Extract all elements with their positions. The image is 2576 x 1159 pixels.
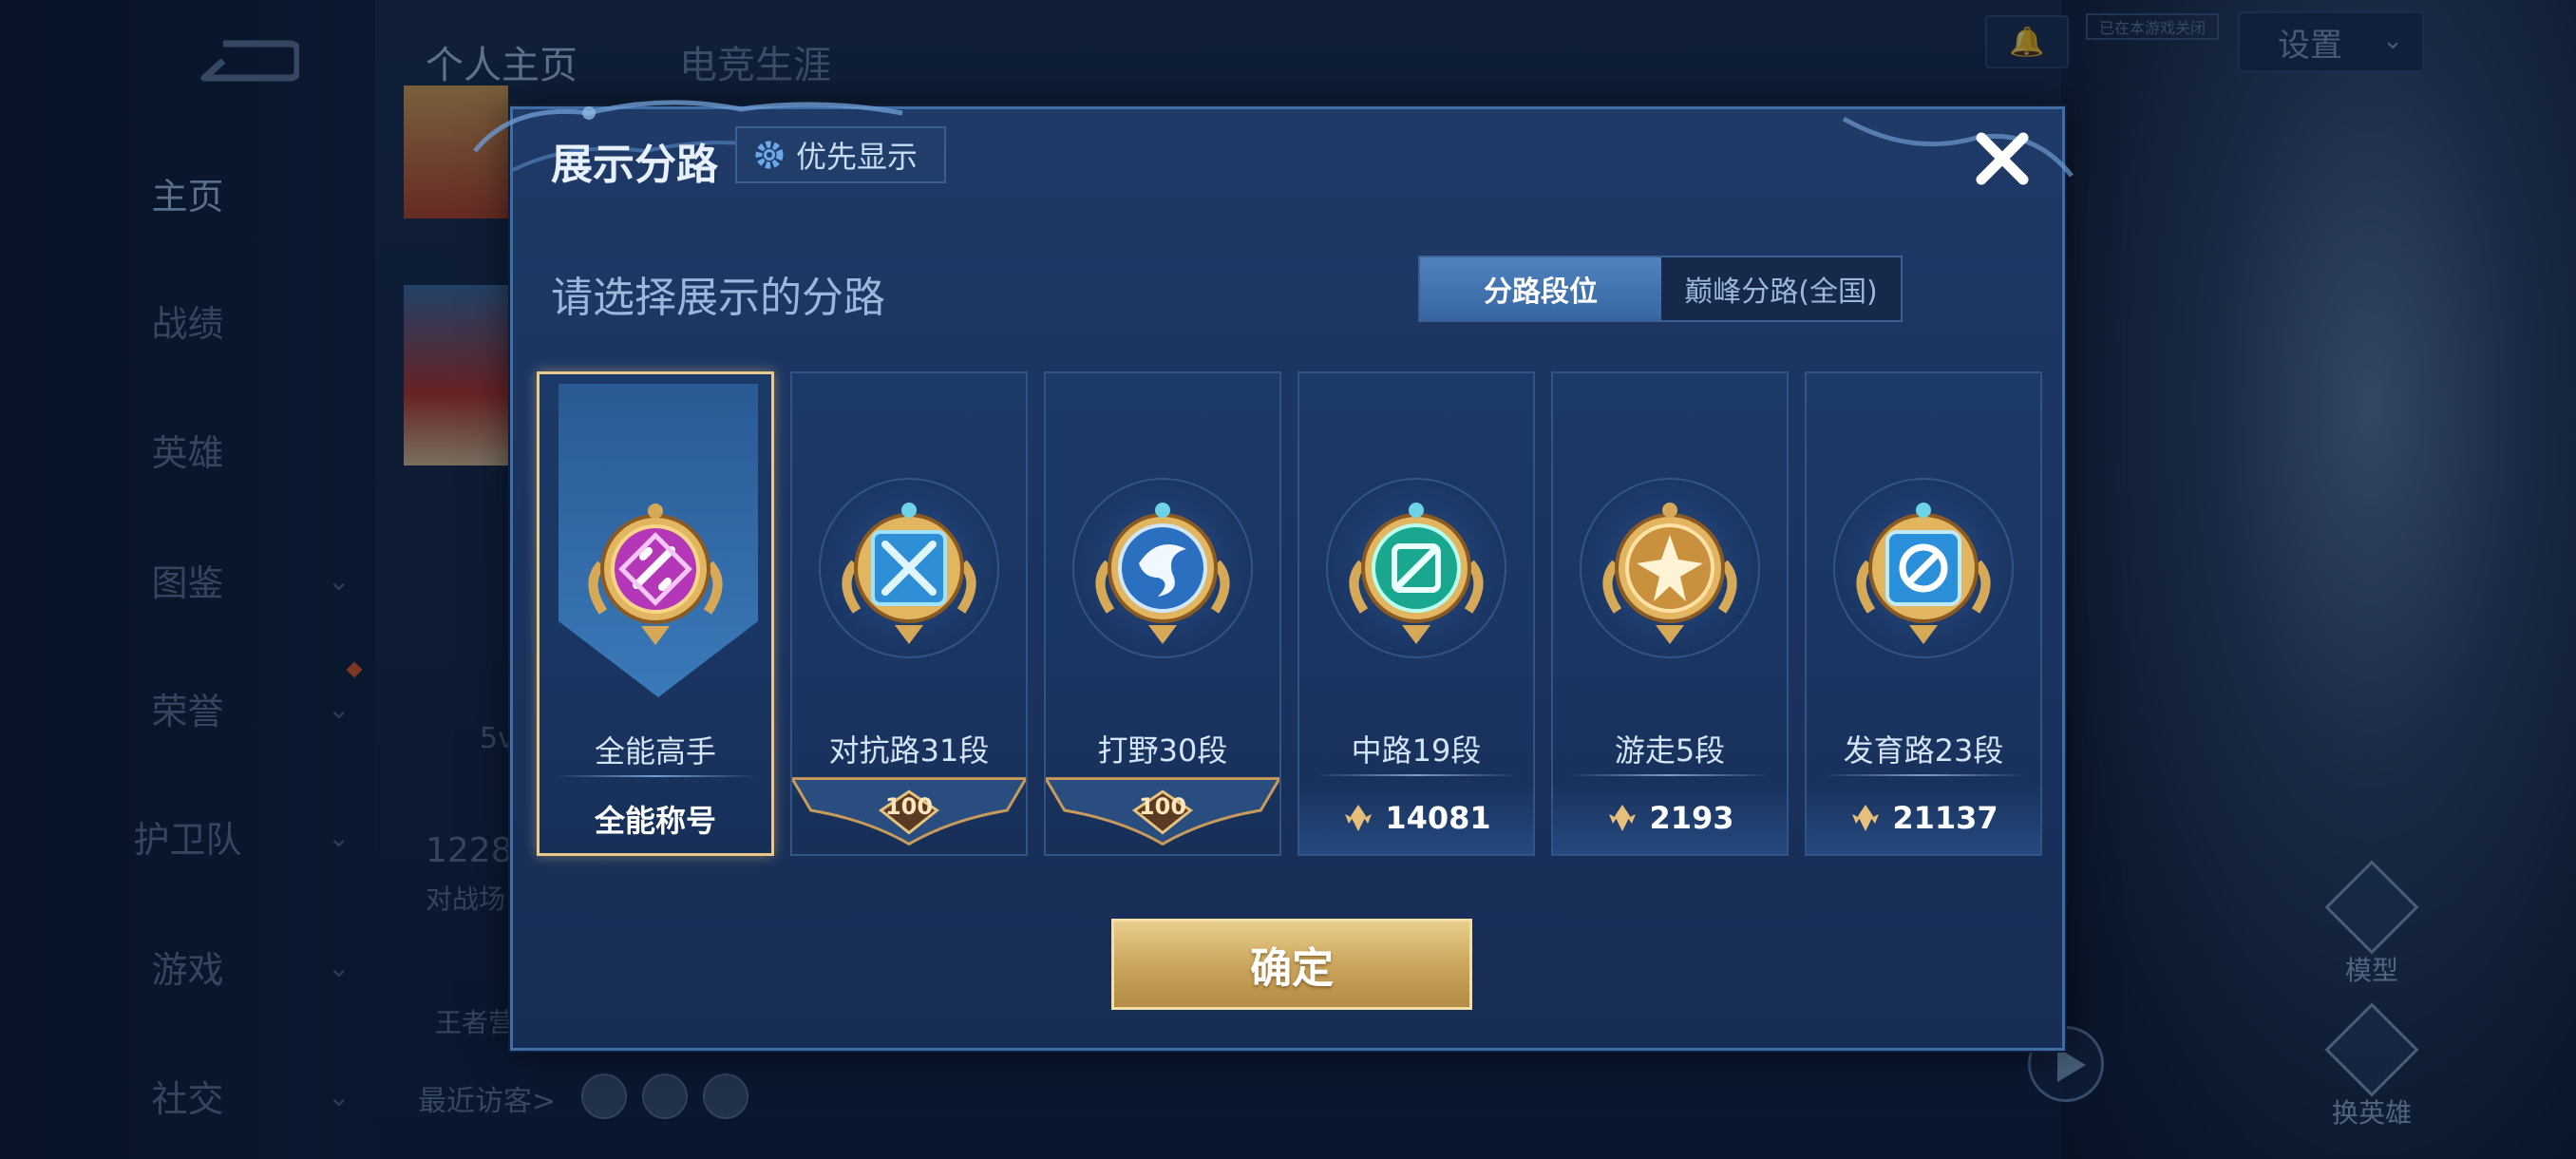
priority-display-button[interactable]: 优先显示 <box>735 126 946 183</box>
roam-emblem-icon <box>1602 503 1737 644</box>
divider <box>1822 774 2025 776</box>
lane-tab-switch: 分路段位 巅峰分路(全国) <box>1418 256 1903 322</box>
lane-card-allround[interactable]: 全能高手 全能称号 <box>537 371 774 856</box>
lane-name: 全能高手 <box>594 733 716 770</box>
divider <box>555 775 756 777</box>
dialog-title: 展示分路 <box>551 141 718 189</box>
lane-card-mid[interactable]: 中路19段 14081 <box>1297 371 1535 856</box>
dialog-subtitle: 请选择展示的分路 <box>551 274 885 322</box>
footer-text: 全能称号 <box>594 803 716 839</box>
lane-name: 发育路23段 <box>1843 732 2004 769</box>
farm-lane-emblem-icon <box>1856 503 1991 644</box>
cloud-ornament-right <box>1842 116 2074 178</box>
score-value: 21137 <box>1892 800 1998 836</box>
lane-score: 21137 <box>1807 782 2040 854</box>
gear-icon <box>755 141 784 169</box>
confirm-button[interactable]: 确定 <box>1111 919 1472 1010</box>
lane-name: 打野30段 <box>1097 732 1228 769</box>
peak-score-icon <box>1345 805 1373 831</box>
rank-badge-value: 100 <box>884 793 934 820</box>
lane-card-clash[interactable]: 对抗路31段 100 <box>789 371 1029 856</box>
lane-score: 2193 <box>1553 782 1787 854</box>
lane-footer-title: 全能称号 <box>540 783 771 855</box>
close-button[interactable] <box>1966 123 2038 195</box>
peak-score-icon <box>1609 805 1637 831</box>
divider <box>1315 774 1518 776</box>
tab-peak-lane[interactable]: 巅峰分路(全国) <box>1661 257 1901 320</box>
score-value: 14081 <box>1385 800 1491 836</box>
rank-badge-value: 100 <box>1138 793 1187 820</box>
jungle-emblem-icon <box>1095 503 1230 644</box>
rank-badge: 100 <box>789 772 1029 848</box>
lane-name: 中路19段 <box>1351 732 1482 769</box>
lane-card-jungle[interactable]: 打野30段 100 <box>1043 371 1282 856</box>
lane-name: 对抗路31段 <box>828 732 990 769</box>
peak-score-icon <box>1852 805 1880 831</box>
tab-lane-rank[interactable]: 分路段位 <box>1420 257 1661 320</box>
lane-score: 14081 <box>1299 782 1533 854</box>
clash-lane-emblem-icon <box>842 503 976 644</box>
mid-lane-emblem-icon <box>1349 503 1484 644</box>
rank-badge: 100 <box>1043 772 1282 848</box>
lane-display-dialog: 展示分路 优先显示 请选择展示的分路 分路段位 巅峰分路(全国) 全能高手 全能… <box>473 100 2074 1051</box>
lane-card-farm[interactable]: 发育路23段 21137 <box>1805 371 2042 856</box>
divider <box>1568 774 1771 776</box>
lane-name: 游走5段 <box>1614 732 1726 769</box>
lane-card-roam[interactable]: 游走5段 2193 <box>1551 371 1789 856</box>
allround-emblem-icon <box>588 504 723 645</box>
close-icon <box>1976 132 2029 185</box>
score-value: 2193 <box>1649 800 1734 836</box>
priority-label: 优先显示 <box>796 139 919 175</box>
